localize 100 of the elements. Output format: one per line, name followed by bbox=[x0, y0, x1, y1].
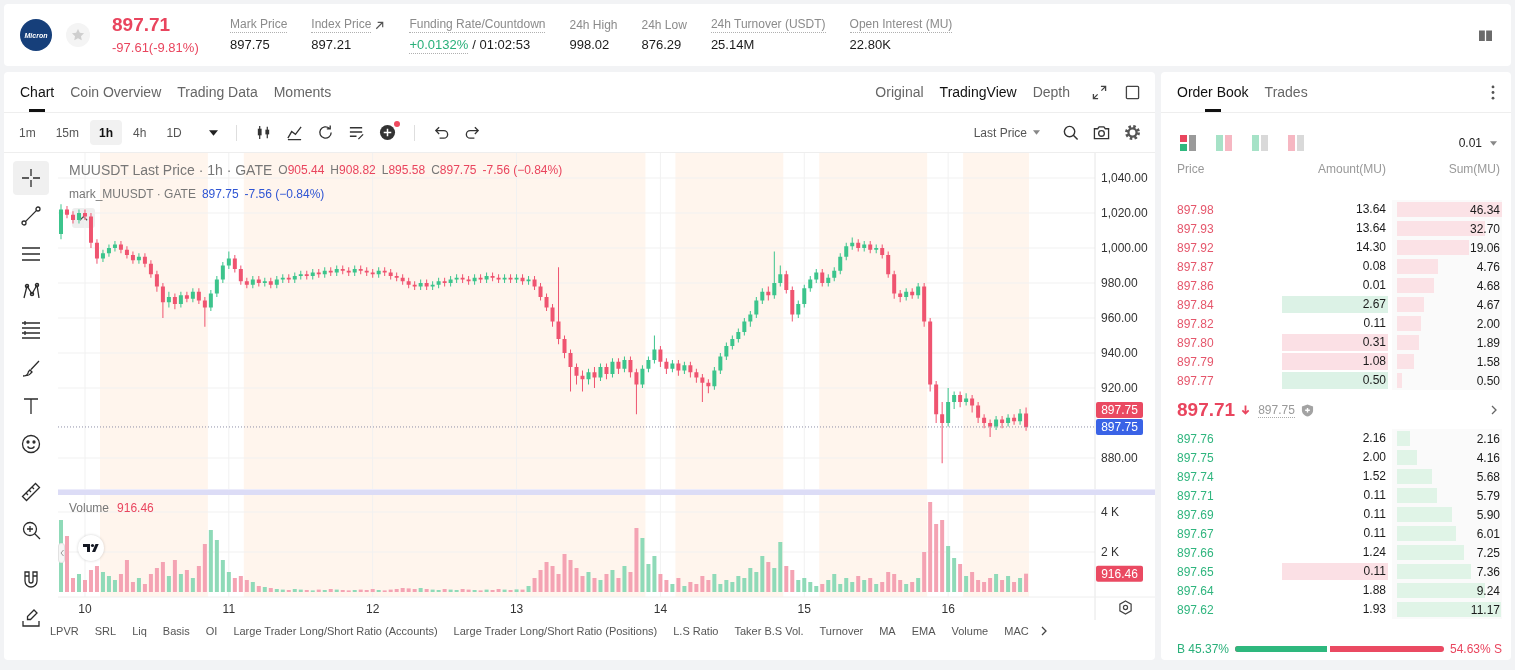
indicator-link[interactable]: SRL bbox=[94, 625, 117, 637]
bar bbox=[424, 589, 429, 592]
candlestick bbox=[886, 251, 891, 278]
chart-line-icon[interactable] bbox=[285, 124, 303, 141]
book-layout-icon[interactable] bbox=[1180, 135, 1196, 151]
indicator-link[interactable]: EMA bbox=[911, 625, 936, 637]
indicator-link[interactable]: Large Trader Long/Short Ratio (Positions) bbox=[453, 625, 658, 637]
indicator-link[interactable]: Large Trader Long/Short Ratio (Accounts) bbox=[233, 625, 438, 637]
refresh-icon[interactable] bbox=[316, 124, 334, 141]
logo-badge-icon[interactable] bbox=[78, 535, 104, 561]
search-icon[interactable] bbox=[1062, 124, 1079, 141]
amount-value: 0.50 bbox=[1282, 372, 1388, 389]
undo-icon[interactable] bbox=[432, 124, 450, 141]
sell-ratio-label: 54.63% S bbox=[1449, 642, 1502, 656]
stat-value: +0.0132% bbox=[409, 36, 469, 54]
bar bbox=[238, 576, 243, 592]
price-source-dropdown[interactable]: Last Price bbox=[973, 125, 1040, 140]
chart-view-tab[interactable]: Original bbox=[875, 84, 924, 100]
redo-icon[interactable] bbox=[463, 124, 481, 141]
bar bbox=[652, 556, 657, 592]
indicator-link[interactable]: Turnover bbox=[819, 625, 864, 637]
candlestick bbox=[712, 367, 717, 390]
indicator-link[interactable]: MAC bbox=[1004, 625, 1029, 637]
indicator-link[interactable]: MA bbox=[879, 625, 896, 637]
stat-value: 876.29 bbox=[641, 36, 682, 53]
interval-button[interactable]: 1h bbox=[90, 120, 123, 145]
settings-icon[interactable] bbox=[1124, 124, 1141, 141]
candlestick bbox=[730, 335, 735, 350]
arrow-down-icon bbox=[1241, 404, 1251, 416]
indicator-link[interactable]: Volume bbox=[951, 625, 989, 637]
interval-button[interactable]: 1D bbox=[157, 120, 191, 145]
chart-view-tab[interactable]: Depth bbox=[1032, 84, 1070, 100]
list-edit-icon[interactable] bbox=[347, 124, 365, 141]
ask-price: 897.82 bbox=[1177, 316, 1215, 331]
price-axis-label: 940.00 bbox=[1101, 346, 1138, 360]
chart-tab[interactable]: Trading Data bbox=[177, 72, 258, 112]
interval-button[interactable]: 15m bbox=[46, 120, 88, 145]
candlestick bbox=[388, 269, 393, 280]
collapse-handle[interactable] bbox=[58, 543, 65, 563]
chevron-right-icon[interactable] bbox=[1491, 405, 1497, 415]
candlestick bbox=[736, 328, 741, 343]
indicator-link[interactable]: Liq bbox=[132, 625, 147, 637]
indicator-link[interactable]: LPVR bbox=[50, 625, 79, 637]
ask-price: 897.84 bbox=[1177, 297, 1215, 312]
indicator-link[interactable]: OI bbox=[205, 625, 218, 637]
add-circle-icon[interactable] bbox=[378, 124, 396, 141]
crosshair-icon bbox=[20, 167, 42, 189]
candlestick bbox=[880, 244, 885, 259]
order-book-tab[interactable]: Trades bbox=[1264, 72, 1308, 112]
candlestick bbox=[292, 272, 297, 284]
stat-label: Mark Price bbox=[230, 17, 288, 33]
candlestick bbox=[142, 253, 147, 268]
candlestick bbox=[544, 293, 549, 312]
amount-value: 1.08 bbox=[1282, 353, 1388, 370]
bar bbox=[1012, 582, 1017, 592]
chart-tab[interactable]: Moments bbox=[273, 72, 332, 112]
bar bbox=[712, 574, 717, 592]
column-header: Price bbox=[1177, 162, 1206, 176]
bar bbox=[940, 520, 945, 592]
more-vertical-icon[interactable] bbox=[1491, 84, 1495, 100]
bar bbox=[748, 568, 753, 592]
candlestick bbox=[508, 274, 513, 284]
caret-down-icon[interactable] bbox=[208, 129, 218, 136]
arrow-up-right-icon[interactable] bbox=[374, 19, 386, 31]
bar bbox=[796, 580, 801, 592]
candlestick bbox=[346, 267, 351, 277]
chevron-right-icon[interactable] bbox=[1040, 626, 1047, 636]
precision-dropdown[interactable]: 0.01 bbox=[1458, 136, 1497, 150]
indicator-link[interactable]: Taker B.S Vol. bbox=[734, 625, 804, 637]
indicator-link[interactable]: L.S Ratio bbox=[673, 625, 719, 637]
mark-change-value: -7.56 (−0.84%) bbox=[244, 187, 325, 201]
bar bbox=[196, 566, 201, 592]
interval-button[interactable]: 4h bbox=[124, 120, 156, 145]
candlestick bbox=[634, 368, 639, 415]
interval-button[interactable]: 1m bbox=[10, 120, 45, 145]
price-tag: 897.75 bbox=[1096, 418, 1143, 435]
stat-label: 24h High bbox=[569, 17, 618, 33]
settings-icon[interactable] bbox=[1118, 600, 1133, 615]
time-axis-label: 11 bbox=[222, 602, 236, 616]
bid-price: 897.64 bbox=[1177, 583, 1215, 598]
indicator-link[interactable]: Basis bbox=[162, 625, 190, 637]
price-change-value: -7.56 (−0.84%) bbox=[482, 163, 563, 177]
bar bbox=[952, 558, 957, 592]
chart-view-tab[interactable]: TradingView bbox=[939, 84, 1017, 100]
caret-down-icon bbox=[1033, 130, 1040, 135]
sum-value: 2.16 bbox=[1476, 431, 1501, 446]
candlestick bbox=[244, 277, 249, 289]
candlestick bbox=[298, 270, 303, 280]
candlestick bbox=[352, 265, 357, 277]
book-icon[interactable] bbox=[1478, 28, 1493, 42]
candlestick bbox=[322, 267, 327, 278]
camera-icon[interactable] bbox=[1093, 124, 1110, 141]
chart-tab[interactable]: Coin Overview bbox=[70, 72, 162, 112]
stat-label: 24h Turnover (USDT) bbox=[710, 17, 826, 33]
candlestick bbox=[376, 267, 381, 278]
bar bbox=[82, 580, 87, 592]
time-axis-label: 10 bbox=[78, 602, 92, 616]
pane-resize-handle[interactable] bbox=[58, 489, 1155, 495]
square-icon[interactable] bbox=[1125, 84, 1140, 100]
expand-icon[interactable] bbox=[1092, 84, 1107, 100]
